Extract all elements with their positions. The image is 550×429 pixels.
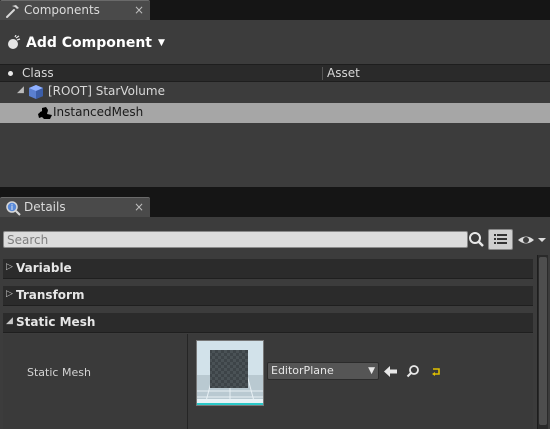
reset-to-default-icon[interactable] [429,364,444,379]
sort-dot-icon [8,71,13,76]
mesh-asset-value: EditorPlane [271,364,334,377]
tree-header: Class Asset [0,64,550,82]
chevron-down-icon: ▼ [158,38,165,48]
svg-text:i: i [11,203,13,212]
property-label: Static Mesh [27,366,91,379]
child-item-label: InstancedMesh [53,105,144,119]
expanded-arrow-icon: ◢ [6,316,13,326]
property-matrix-button[interactable] [488,229,513,250]
details-magnifier-icon: i [6,201,21,216]
category-transform[interactable]: ▷ Transform [3,286,533,306]
browse-search-icon[interactable] [406,364,421,379]
list-view-icon [494,234,507,244]
components-tab[interactable]: Components × [0,0,150,20]
collapsed-arrow-icon: ▷ [6,262,13,272]
eye-visibility-icon[interactable] [517,233,547,247]
category-variable-label: Variable [16,261,72,275]
column-separator[interactable] [322,67,323,80]
collapsed-arrow-icon: ▷ [6,289,13,299]
close-icon[interactable]: × [134,199,144,215]
root-item-label: [ROOT] StarVolume [48,84,165,98]
details-search-row [0,227,550,253]
category-static-mesh-label: Static Mesh [16,315,96,329]
mesh-preview-image [197,341,263,406]
column-header-class[interactable]: Class [22,66,54,81]
volume-cube-icon [29,85,43,99]
components-panel: Add Component ▼ Class Asset ◢ [ROOT] Sta… [0,20,550,187]
mesh-asset-combo[interactable]: EditorPlane ▼ [267,362,379,380]
components-tab-label: Components [24,3,100,17]
details-panel: ▷ Variable ▷ Transform ◢ Static Mesh Sta… [0,217,550,429]
column-header-asset[interactable]: Asset [327,66,360,81]
tree-row-instanced-mesh[interactable]: InstancedMesh [0,103,550,123]
add-component-label: Add Component [26,35,152,51]
instanced-mesh-icon [38,107,52,119]
component-add-icon [8,35,21,49]
static-mesh-property-row: Static Mesh EditorPlane ▼ [3,334,533,429]
column-splitter[interactable] [187,334,188,429]
scrollbar-thumb[interactable] [539,257,547,425]
category-static-mesh[interactable]: ◢ Static Mesh [3,313,533,333]
use-selected-arrow-icon[interactable] [383,364,398,379]
chevron-down-icon: ▼ [368,366,375,376]
expand-arrow-icon[interactable]: ◢ [17,85,24,95]
components-tabstrip: Components × [0,0,550,20]
add-component-button[interactable]: Add Component ▼ [6,33,165,53]
hammer-icon [6,5,19,18]
category-transform-label: Transform [16,288,85,302]
tree-row-root[interactable]: ◢ [ROOT] StarVolume [0,82,550,102]
category-variable[interactable]: ▷ Variable [3,259,533,279]
details-tabstrip: i Details × [0,187,550,217]
details-search-input[interactable] [3,231,468,248]
search-icon[interactable] [468,231,485,248]
details-scrollbar[interactable] [537,255,548,429]
details-tab-label: Details [24,200,66,214]
details-tab[interactable]: i Details × [0,197,150,217]
add-component-row: Add Component ▼ [0,20,550,64]
close-icon[interactable]: × [134,2,144,18]
mesh-thumbnail[interactable] [196,340,264,406]
